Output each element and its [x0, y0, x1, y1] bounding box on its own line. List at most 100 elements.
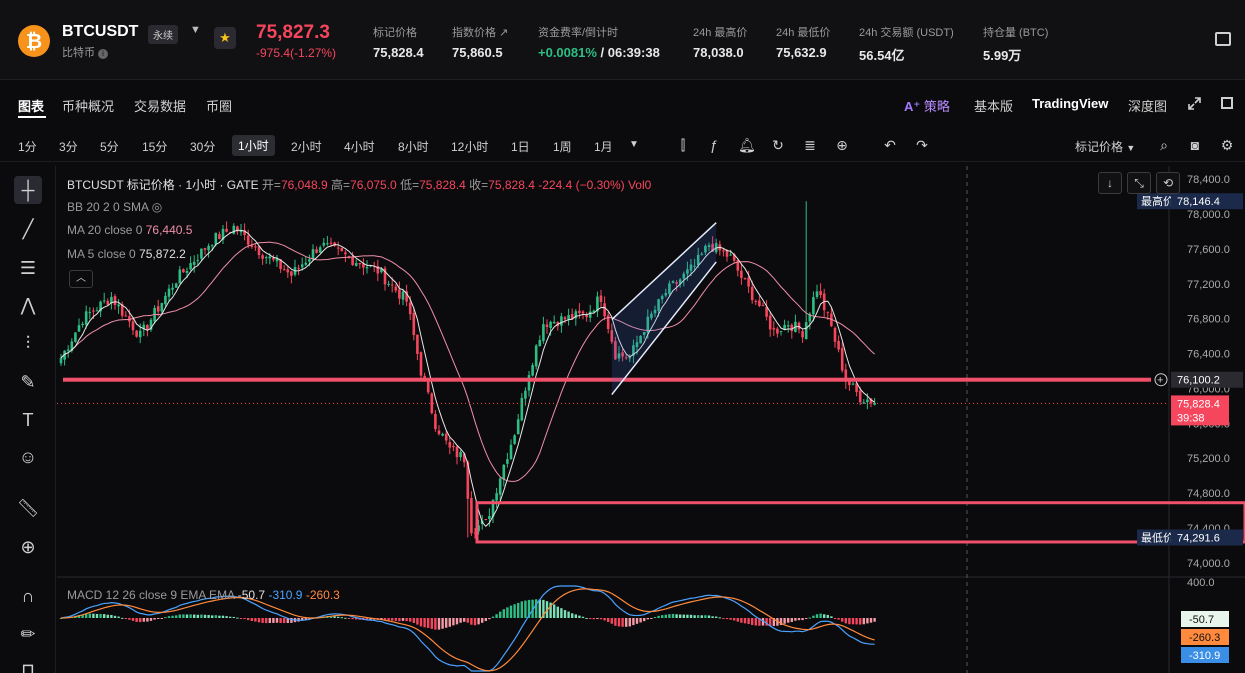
interval-1h[interactable]: 1小时	[232, 135, 275, 156]
view-depth[interactable]: 深度图	[1128, 96, 1167, 115]
reset-view-icon[interactable]: ⟲	[1156, 172, 1180, 194]
fib-lines-icon[interactable]: ☰	[14, 254, 42, 282]
bb-legend[interactable]: BB 20 2 0 SMA ◎	[67, 200, 162, 214]
magnet-icon[interactable]: ∩	[14, 582, 42, 610]
candle-body	[326, 243, 329, 245]
pattern-icon[interactable]: ⋀	[14, 291, 42, 319]
ma20-legend[interactable]: MA 20 close 0 76,440.5	[67, 223, 192, 237]
candle-body	[225, 228, 228, 232]
macd-bar	[351, 618, 354, 620]
ma5-legend[interactable]: MA 5 close 0 75,872.2	[67, 247, 186, 261]
macd-bar	[225, 616, 228, 618]
interval-15m[interactable]: 15分	[142, 138, 167, 155]
add-icon[interactable]: ⊕	[834, 137, 850, 153]
candle-body	[513, 435, 516, 444]
interval-1w[interactable]: 1周	[553, 138, 572, 155]
chart-area[interactable]: 78,400.0 78,000.0 77,600.0 77,200.0 76,800.0…	[57, 166, 1245, 673]
tab-chart[interactable]: 图表	[18, 96, 44, 115]
stat-index-price[interactable]: 指数价格 ↗ 75,860.5	[452, 24, 508, 60]
high-price-tag: 78,146.4	[1177, 196, 1220, 208]
lock-drawing-icon[interactable]: ✏	[14, 620, 42, 648]
macd-bar	[275, 618, 279, 623]
collapse-legend-icon[interactable]: ︿	[69, 270, 93, 288]
zoom-in-icon[interactable]: ⊕	[14, 533, 42, 561]
macd-bar	[819, 613, 822, 618]
macd-bar	[481, 618, 484, 623]
candle-body	[138, 330, 142, 338]
macd-bar	[844, 618, 847, 624]
eye-hidden-icon[interactable]: ◎	[152, 200, 162, 214]
candle-body	[390, 284, 394, 286]
macd-bar	[571, 613, 574, 618]
trendline-icon[interactable]: ╱	[14, 215, 42, 243]
candle-body	[189, 263, 192, 270]
price-type-select[interactable]: 标记价格 ▼	[1075, 138, 1135, 155]
expand-icon[interactable]	[1188, 97, 1201, 110]
interval-1mo[interactable]: 1月	[594, 138, 613, 155]
undo-icon[interactable]: ↶	[882, 137, 898, 153]
candle-body	[563, 317, 567, 320]
macd-bar	[423, 618, 426, 628]
stat-open-interest: 持仓量 (BTC) 5.99万	[983, 27, 1049, 63]
candle-body	[174, 283, 178, 288]
camera-icon[interactable]: ◙	[1187, 137, 1203, 153]
brush-icon[interactable]: ✎	[14, 368, 42, 396]
interval-3m[interactable]: 3分	[59, 138, 78, 155]
tab-coin-overview[interactable]: 币种概况	[62, 96, 114, 115]
candle-style-icon[interactable]: ⫿	[675, 137, 691, 153]
candle-body	[603, 303, 606, 317]
macd-bar	[466, 618, 469, 623]
scroll-down-icon[interactable]: ↓	[1098, 172, 1122, 194]
info-icon[interactable]: i	[98, 49, 109, 59]
fullscreen-icon[interactable]	[1221, 97, 1233, 109]
interval-1d[interactable]: 1日	[511, 138, 530, 155]
ruler-icon[interactable]: 📏︎	[14, 494, 42, 522]
interval-8h[interactable]: 8小时	[398, 138, 429, 155]
interval-5m[interactable]: 5分	[100, 138, 119, 155]
shrink-icon[interactable]: ⤡	[1127, 172, 1151, 194]
macd-bar	[729, 618, 732, 620]
tab-crypto-circle[interactable]: 币圈	[206, 96, 232, 115]
tab-trading-data[interactable]: 交易数据	[134, 96, 186, 115]
macd-bar	[265, 618, 268, 624]
template-icon[interactable]: ≣	[802, 137, 818, 153]
macd-bar	[117, 616, 120, 618]
candle-body	[545, 324, 549, 328]
interval-12h[interactable]: 12小时	[451, 138, 488, 155]
favorite-star-icon[interactable]: ★	[214, 27, 236, 49]
strategy-button[interactable]: A⁺ 策略	[904, 96, 950, 115]
channel-lines-icon[interactable]: ⫶	[14, 329, 42, 357]
macd-legend[interactable]: MACD 12 26 close 9 EMA EMA -50.7 -310.9 …	[67, 588, 340, 602]
book-icon[interactable]	[1215, 32, 1231, 46]
view-tradingview[interactable]: TradingView	[1032, 96, 1108, 111]
lock-icon[interactable]: ⊓	[14, 656, 42, 673]
interval-4h[interactable]: 4小时	[344, 138, 375, 155]
macd-bar	[430, 618, 433, 629]
indicators-icon[interactable]: ƒ	[706, 137, 722, 153]
macd-bar	[175, 615, 178, 618]
crosshair-icon[interactable]: ┼	[14, 176, 42, 204]
view-basic[interactable]: 基本版	[974, 96, 1013, 115]
symbol-name[interactable]: BTCUSDT	[62, 23, 138, 41]
macd-bar	[538, 599, 541, 618]
replay-icon[interactable]: ↻	[770, 137, 786, 153]
redo-icon[interactable]: ↷	[914, 137, 930, 153]
settings-gear-icon[interactable]: ⚙	[1219, 137, 1235, 153]
candle-body	[444, 433, 448, 441]
macd-bar	[830, 616, 833, 618]
interval-1m[interactable]: 1分	[18, 138, 37, 155]
search-icon[interactable]: ⌕	[1156, 137, 1172, 153]
macd-bar	[754, 618, 757, 626]
candle-body	[531, 365, 534, 376]
text-tool-icon[interactable]: T	[14, 406, 42, 434]
macd-bar	[790, 618, 793, 622]
interval-2h[interactable]: 2小时	[291, 138, 322, 155]
interval-30m[interactable]: 30分	[190, 138, 215, 155]
alert-icon[interactable]: 🔔︎	[738, 137, 756, 153]
candle-body	[66, 349, 70, 351]
interval-dropdown-icon[interactable]: ▼	[626, 137, 642, 153]
symbol-dropdown-icon[interactable]: ▼	[190, 24, 201, 36]
macd-bar	[589, 618, 592, 619]
macd-bar	[805, 618, 808, 619]
emoji-icon[interactable]: ☺	[14, 443, 42, 471]
